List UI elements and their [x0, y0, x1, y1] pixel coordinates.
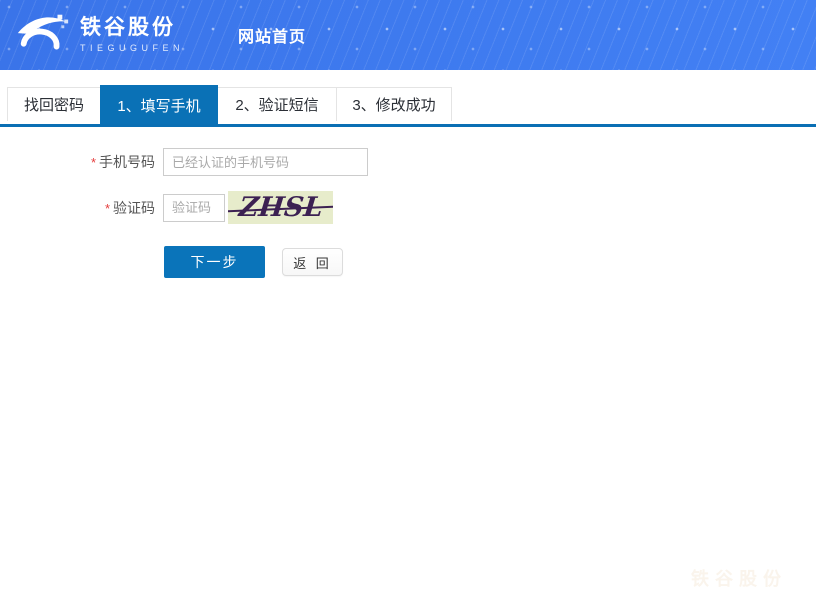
required-asterisk: *: [91, 155, 96, 170]
button-row: 下一步 返 回: [164, 246, 816, 278]
tabs-underline: [0, 124, 816, 127]
tab-find-password[interactable]: 找回密码: [7, 87, 101, 121]
logo-title: 铁谷股份: [80, 16, 184, 40]
logo-text: 铁谷股份 TIEGUGUFEN: [80, 16, 184, 54]
phone-row: *手机号码: [0, 148, 816, 176]
header-nav: 网站首页: [238, 23, 306, 47]
next-step-button[interactable]: 下一步: [164, 246, 265, 278]
captcha-field-cell: ZHSL: [163, 191, 333, 224]
nav-home-link[interactable]: 网站首页: [238, 29, 306, 46]
captcha-label-text: 验证码: [113, 200, 155, 216]
logo-subtitle: TIEGUGUFEN: [80, 42, 184, 54]
recover-password-form: *手机号码 *验证码 ZHSL 下一步 返 回: [0, 148, 816, 278]
back-button[interactable]: 返 回: [282, 248, 343, 276]
captcha-label: *验证码: [0, 198, 155, 218]
logo-swoosh-icon: [14, 11, 72, 59]
tab-step3-success[interactable]: 3、修改成功: [336, 87, 452, 121]
phone-label-text: 手机号码: [99, 154, 155, 170]
captcha-row: *验证码 ZHSL: [0, 191, 816, 224]
tab-step1-fill-phone[interactable]: 1、填写手机: [100, 85, 218, 124]
logo: 铁谷股份 TIEGUGUFEN: [14, 11, 184, 59]
phone-label: *手机号码: [0, 152, 155, 172]
phone-input[interactable]: [163, 148, 368, 176]
watermark: 铁谷股份: [691, 565, 787, 591]
tabs: 找回密码 1、填写手机 2、验证短信 3、修改成功: [7, 87, 816, 124]
tabs-wrap: 找回密码 1、填写手机 2、验证短信 3、修改成功: [0, 87, 816, 124]
required-asterisk: *: [105, 201, 110, 216]
captcha-image[interactable]: ZHSL: [228, 191, 333, 224]
tab-step2-verify-sms[interactable]: 2、验证短信: [217, 87, 337, 121]
site-header: 铁谷股份 TIEGUGUFEN 网站首页: [0, 0, 816, 70]
captcha-input[interactable]: [163, 194, 225, 222]
phone-field-cell: [163, 148, 368, 176]
